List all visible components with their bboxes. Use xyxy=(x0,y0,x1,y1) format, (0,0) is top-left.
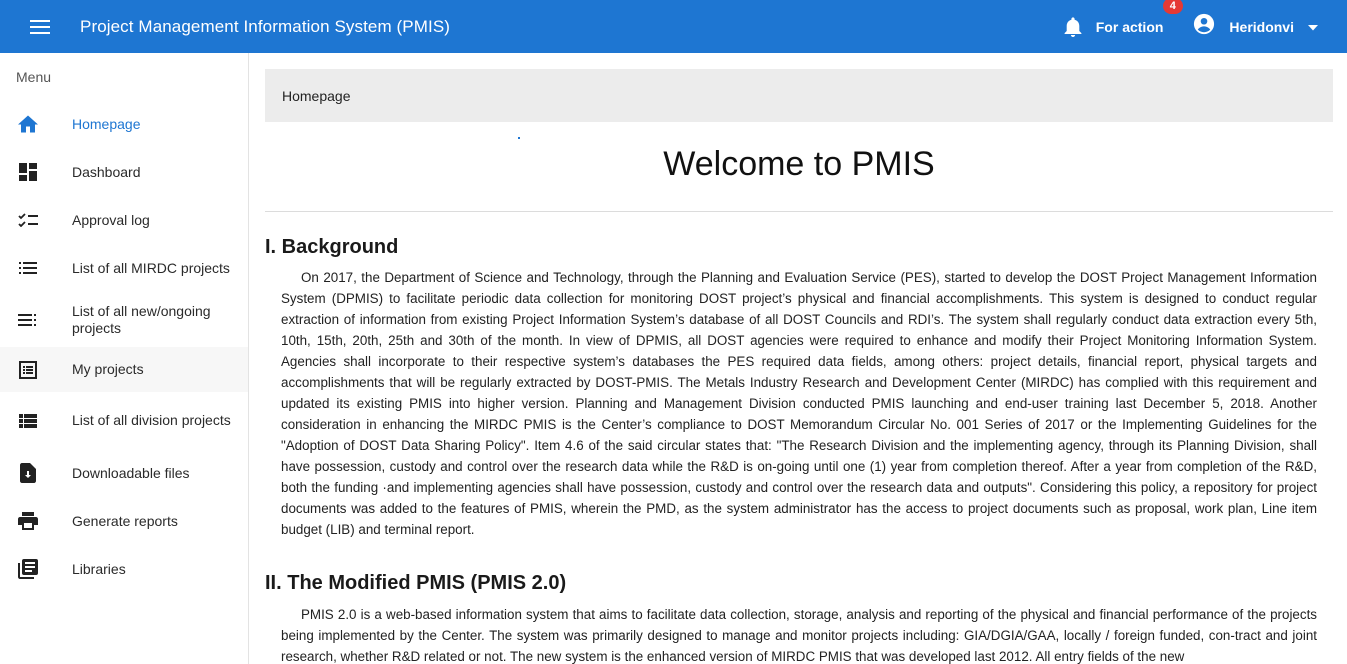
chevron-down-icon[interactable] xyxy=(1308,18,1318,36)
user-menu[interactable]: Heridonvi xyxy=(1193,13,1318,40)
sidebar-item-new-ongoing-projects[interactable]: List of all new/ongoing projects xyxy=(0,292,248,347)
sidebar-item-all-mirdc-projects[interactable]: List of all MIRDC projects xyxy=(0,244,248,292)
sidebar-item-homepage[interactable]: Homepage xyxy=(0,100,248,148)
sidebar-item-libraries[interactable]: Libraries xyxy=(0,545,248,593)
sidebar-item-label: Approval log xyxy=(72,211,150,228)
sidebar-menu-title: Menu xyxy=(16,69,52,85)
sidebar-item-label: List of all MIRDC projects xyxy=(72,259,230,276)
sidebar-item-label: Dashboard xyxy=(72,163,141,180)
sidebar-item-label: Downloadable files xyxy=(72,464,190,481)
dashboard-icon xyxy=(16,160,40,184)
divider xyxy=(265,211,1333,212)
document-list-icon xyxy=(16,358,40,382)
page-title: Welcome to PMIS xyxy=(663,145,935,183)
sidebar-item-label: Libraries xyxy=(72,560,126,577)
sidebar-item-label: List of all division projects xyxy=(72,412,231,428)
printer-icon xyxy=(16,509,40,533)
view-list-icon xyxy=(16,409,40,433)
account-circle-icon xyxy=(1193,13,1215,40)
for-action-button[interactable]: For action 4 xyxy=(1064,0,1183,37)
list-icon xyxy=(16,256,40,280)
hamburger-icon xyxy=(30,19,50,34)
app-title: Project Management Information System (P… xyxy=(80,16,451,36)
section-title-background: I. Background xyxy=(265,236,399,258)
sidebar-item-label: My projects xyxy=(72,361,144,377)
download-file-icon xyxy=(16,461,40,485)
section-title-modified-pmis: II. The Modified PMIS (PMIS 2.0) xyxy=(265,572,567,594)
sidebar-item-label: List of all new/ongoing projects xyxy=(72,302,211,336)
checklist-icon xyxy=(16,208,40,232)
bell-icon xyxy=(1064,16,1082,37)
section-text-background: On 2017, the Department of Science and T… xyxy=(281,270,1317,537)
for-action-label: For action xyxy=(1095,18,1164,35)
playlist-icon xyxy=(16,308,40,332)
for-action-count-badge: 4 xyxy=(1162,0,1183,14)
sidebar-item-label: Generate reports xyxy=(72,512,178,529)
sidebar-item-my-projects[interactable]: My projects xyxy=(0,347,248,392)
breadcrumb-current: Homepage xyxy=(282,87,351,104)
sidebar-item-label: Homepage xyxy=(72,115,141,132)
sidebar-item-dashboard[interactable]: Dashboard xyxy=(0,148,248,196)
breadcrumb: Homepage xyxy=(265,69,1333,122)
home-icon xyxy=(16,112,40,136)
section-text-modified-pmis: PMIS 2.0 is a web-based information syst… xyxy=(281,607,1317,664)
decorative-dot xyxy=(518,137,520,139)
library-icon xyxy=(16,557,40,581)
top-app-bar: Project Management Information System (P… xyxy=(0,0,1347,53)
sidebar-item-division-projects[interactable]: List of all division projects xyxy=(0,392,248,449)
sidebar-item-generate-reports[interactable]: Generate reports xyxy=(0,497,248,545)
sidebar-item-downloadable-files[interactable]: Downloadable files xyxy=(0,449,248,497)
sidebar-item-approval-log[interactable]: Approval log xyxy=(0,196,248,244)
main-content: Homepage Welcome to PMIS I. Background O… xyxy=(249,53,1347,664)
hamburger-menu-button[interactable] xyxy=(0,0,80,53)
user-name: Heridonvi xyxy=(1229,18,1294,35)
sidebar: Menu Homepage Dashboard Approval log Lis… xyxy=(0,53,249,664)
